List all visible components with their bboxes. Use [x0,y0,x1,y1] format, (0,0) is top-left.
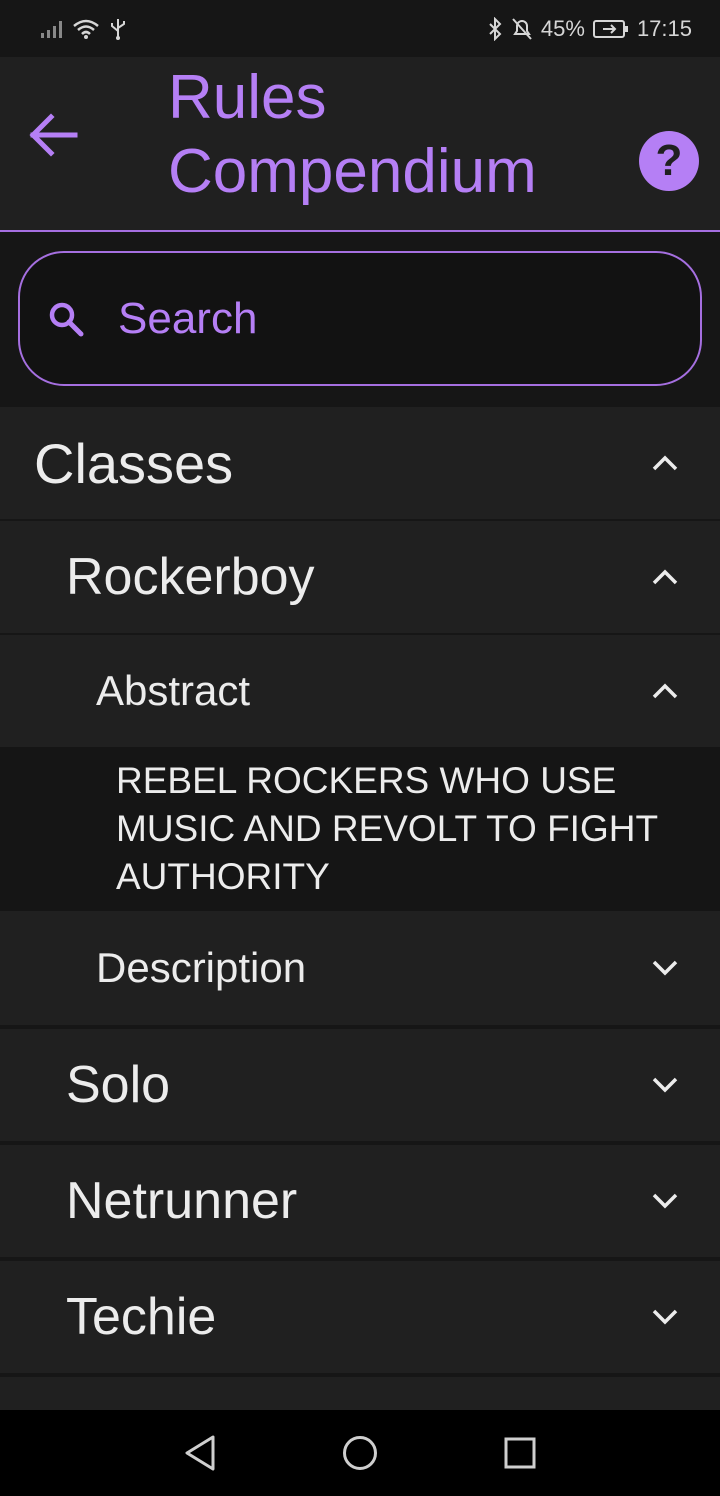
search-input[interactable] [116,292,636,345]
chevron-up-icon [650,562,680,592]
wifi-icon [73,19,99,39]
back-button[interactable] [22,99,84,171]
list-item-label: Techie [66,1288,217,1346]
list-item-label: Abstract [96,667,251,714]
status-bar: 45% 17:15 [0,0,720,57]
search-icon [49,302,84,336]
list-item-solo[interactable]: Solo [0,1029,720,1141]
chevron-down-icon [650,1302,680,1332]
list-item-label: Description [96,944,307,991]
system-nav-bar [0,1410,720,1496]
list-item-description[interactable]: Description [0,911,720,1025]
arrow-left-icon [29,113,78,157]
bluetooth-icon [489,16,502,41]
list-item-techie[interactable]: Techie [0,1261,720,1373]
nav-recents-button[interactable] [495,1428,545,1478]
usb-icon [111,18,125,40]
page-title: Rules Compendium [168,63,537,206]
search-box[interactable] [18,251,702,386]
help-circle-icon: ? [655,136,683,185]
rules-list: Classes Rockerboy Abstract REBEL ROCKERS… [0,407,720,1410]
battery-percent: 45% [540,15,585,41]
list-item-abstract[interactable]: Abstract [0,635,720,747]
clock: 17:15 [636,15,692,41]
list-item-label: Solo [66,1056,171,1114]
chevron-down-icon [650,1186,680,1216]
circle-home-icon [343,1436,377,1470]
nav-home-button[interactable] [335,1428,385,1478]
list-item-label: Classes [34,431,234,495]
status-icons-left [40,17,128,41]
chevron-down-icon [650,1070,680,1100]
battery-icon [592,19,628,38]
app-bar: Rules Compendium ? [0,57,720,232]
triangle-back-icon [185,1435,215,1471]
list-item-label: Netrunner [66,1172,298,1230]
chevron-down-icon [650,953,680,983]
list-item-label: Rockerboy [66,548,315,606]
search-area [0,232,720,407]
signal-icon [41,20,62,38]
status-icons-right: 45% 17:15 [487,16,692,42]
chevron-up-icon [650,676,680,706]
list-item-rockerboy[interactable]: Rockerboy [0,521,720,633]
list-item-netrunner[interactable]: Netrunner [0,1145,720,1257]
list-item-classes[interactable]: Classes [0,407,720,519]
mute-bell-icon [512,17,532,40]
square-recents-icon [504,1437,536,1469]
list-item-partial[interactable] [0,1377,720,1410]
abstract-text: REBEL ROCKERS WHO USE MUSIC AND REVOLT T… [0,747,720,911]
nav-back-button[interactable] [175,1428,225,1478]
chevron-up-icon [650,448,680,478]
help-button[interactable]: ? [639,131,699,191]
